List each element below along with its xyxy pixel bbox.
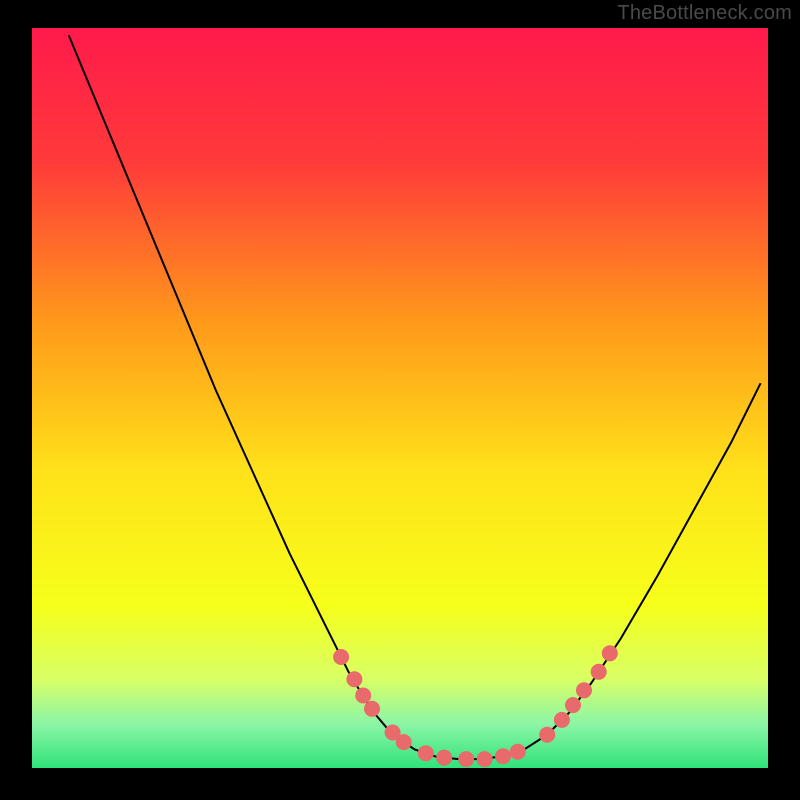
data-marker xyxy=(539,727,555,743)
data-marker xyxy=(477,751,493,767)
data-marker xyxy=(333,649,349,665)
data-marker xyxy=(346,671,362,687)
bottleneck-chart xyxy=(0,0,800,800)
data-marker xyxy=(591,664,607,680)
data-marker xyxy=(510,744,526,760)
data-marker xyxy=(364,701,380,717)
data-marker xyxy=(355,688,371,704)
data-marker xyxy=(495,748,511,764)
data-marker xyxy=(418,745,434,761)
plot-background xyxy=(32,28,768,768)
data-marker xyxy=(396,734,412,750)
data-marker xyxy=(554,712,570,728)
data-marker xyxy=(458,751,474,767)
data-marker xyxy=(602,645,618,661)
chart-frame: TheBottleneck.com xyxy=(0,0,800,800)
data-marker xyxy=(565,697,581,713)
data-marker xyxy=(436,750,452,766)
data-marker xyxy=(576,682,592,698)
